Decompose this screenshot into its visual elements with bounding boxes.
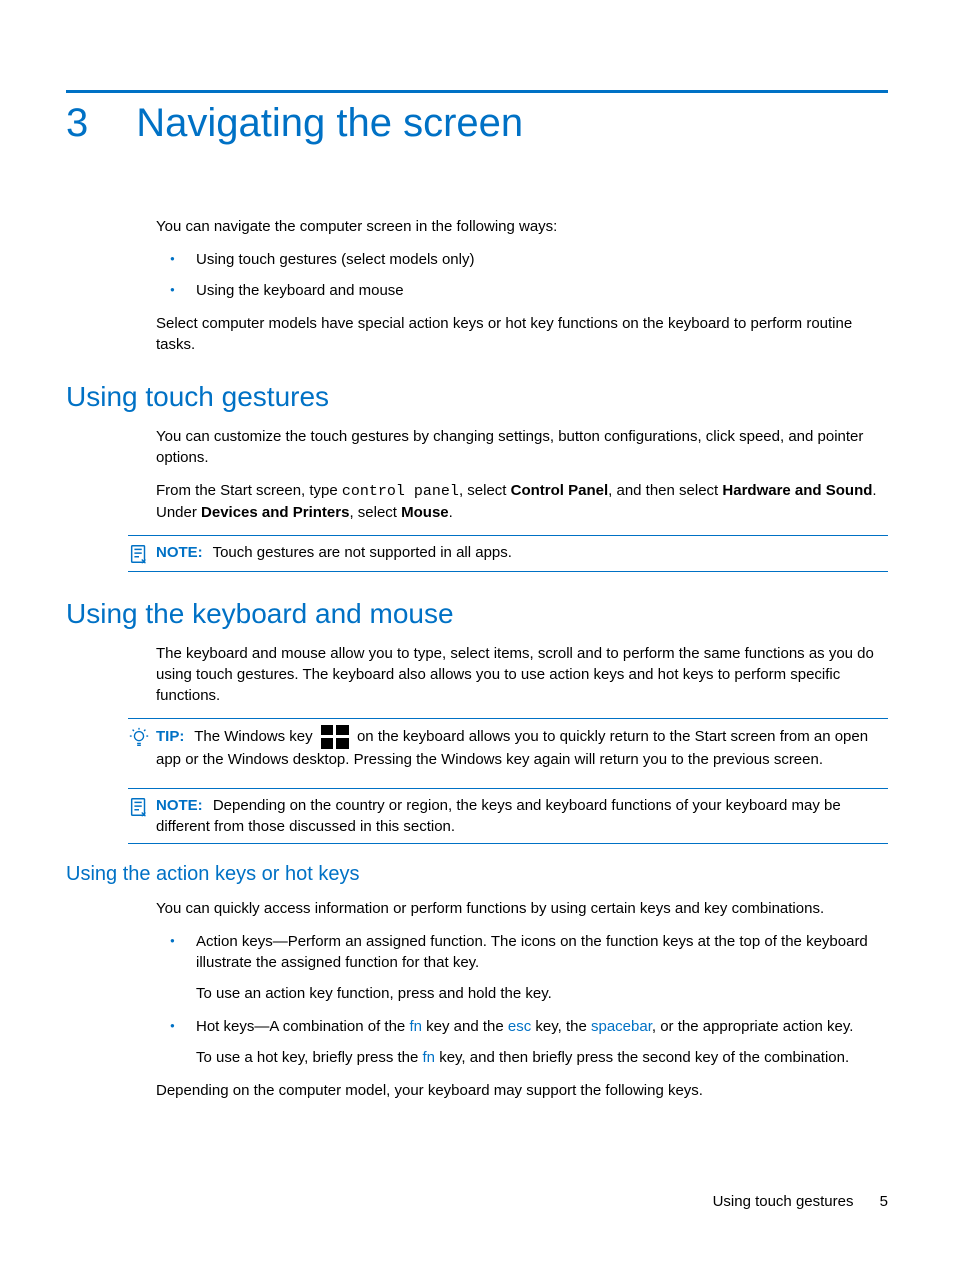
note-icon xyxy=(128,796,150,818)
intro-bullet-list: Using touch gestures (select models only… xyxy=(156,249,888,301)
chapter-number: 3 xyxy=(66,101,88,146)
note-icon xyxy=(128,543,150,565)
key-spacebar: spacebar xyxy=(591,1018,652,1035)
tip-label: TIP: xyxy=(156,728,184,745)
page-number: 5 xyxy=(880,1193,888,1210)
note-text: Touch gestures are not supported in all … xyxy=(213,544,512,561)
note-label: NOTE: xyxy=(156,797,203,814)
divider xyxy=(128,788,888,789)
body-text: You can quickly access information or pe… xyxy=(156,898,888,919)
divider xyxy=(128,843,888,844)
note-callout: NOTE: Depending on the country or region… xyxy=(128,795,888,837)
chapter-rule xyxy=(66,90,888,93)
windows-key-icon xyxy=(321,725,349,749)
note-label: NOTE: xyxy=(156,544,203,561)
chapter-title: Navigating the screen xyxy=(136,101,523,146)
tip-callout: TIP: The Windows key on the keyboard all… xyxy=(128,725,888,782)
list-item: Using touch gestures (select models only… xyxy=(156,249,888,270)
key-fn: fn xyxy=(409,1018,422,1035)
list-sub-text: To use an action key function, press and… xyxy=(196,983,888,1004)
chapter-heading: 3 Navigating the screen xyxy=(66,101,888,146)
tip-text: The Windows key xyxy=(194,728,317,745)
section-heading-touch-gestures: Using touch gestures xyxy=(66,377,888,416)
body-text: Depending on the computer model, your ke… xyxy=(156,1080,888,1101)
section-heading-keyboard-mouse: Using the keyboard and mouse xyxy=(66,594,888,633)
divider xyxy=(128,535,888,536)
list-item: Hot keys—A combination of the fn key and… xyxy=(156,1016,888,1068)
body-text: The keyboard and mouse allow you to type… xyxy=(156,643,888,706)
list-item: Action keys—Perform an assigned function… xyxy=(156,931,888,1004)
list-sub-text: To use a hot key, briefly press the fn k… xyxy=(196,1047,888,1068)
key-fn: fn xyxy=(423,1049,436,1066)
intro-paragraph-2: Select computer models have special acti… xyxy=(156,313,888,355)
body-text: From the Start screen, type control pane… xyxy=(156,480,888,523)
page-footer: Using touch gestures 5 xyxy=(713,1193,888,1210)
list-item: Using the keyboard and mouse xyxy=(156,280,888,301)
key-esc: esc xyxy=(508,1018,531,1035)
divider xyxy=(128,571,888,572)
footer-section-name: Using touch gestures xyxy=(713,1193,854,1210)
body-text: You can customize the touch gestures by … xyxy=(156,426,888,468)
action-keys-list: Action keys—Perform an assigned function… xyxy=(156,931,888,1068)
note-callout: NOTE: Touch gestures are not supported i… xyxy=(128,542,888,565)
subsection-heading-action-keys: Using the action keys or hot keys xyxy=(66,860,888,888)
tip-icon xyxy=(128,726,150,748)
intro-paragraph: You can navigate the computer screen in … xyxy=(156,216,888,237)
note-text: Depending on the country or region, the … xyxy=(156,797,841,835)
code-text: control panel xyxy=(342,483,459,500)
divider xyxy=(128,718,888,719)
